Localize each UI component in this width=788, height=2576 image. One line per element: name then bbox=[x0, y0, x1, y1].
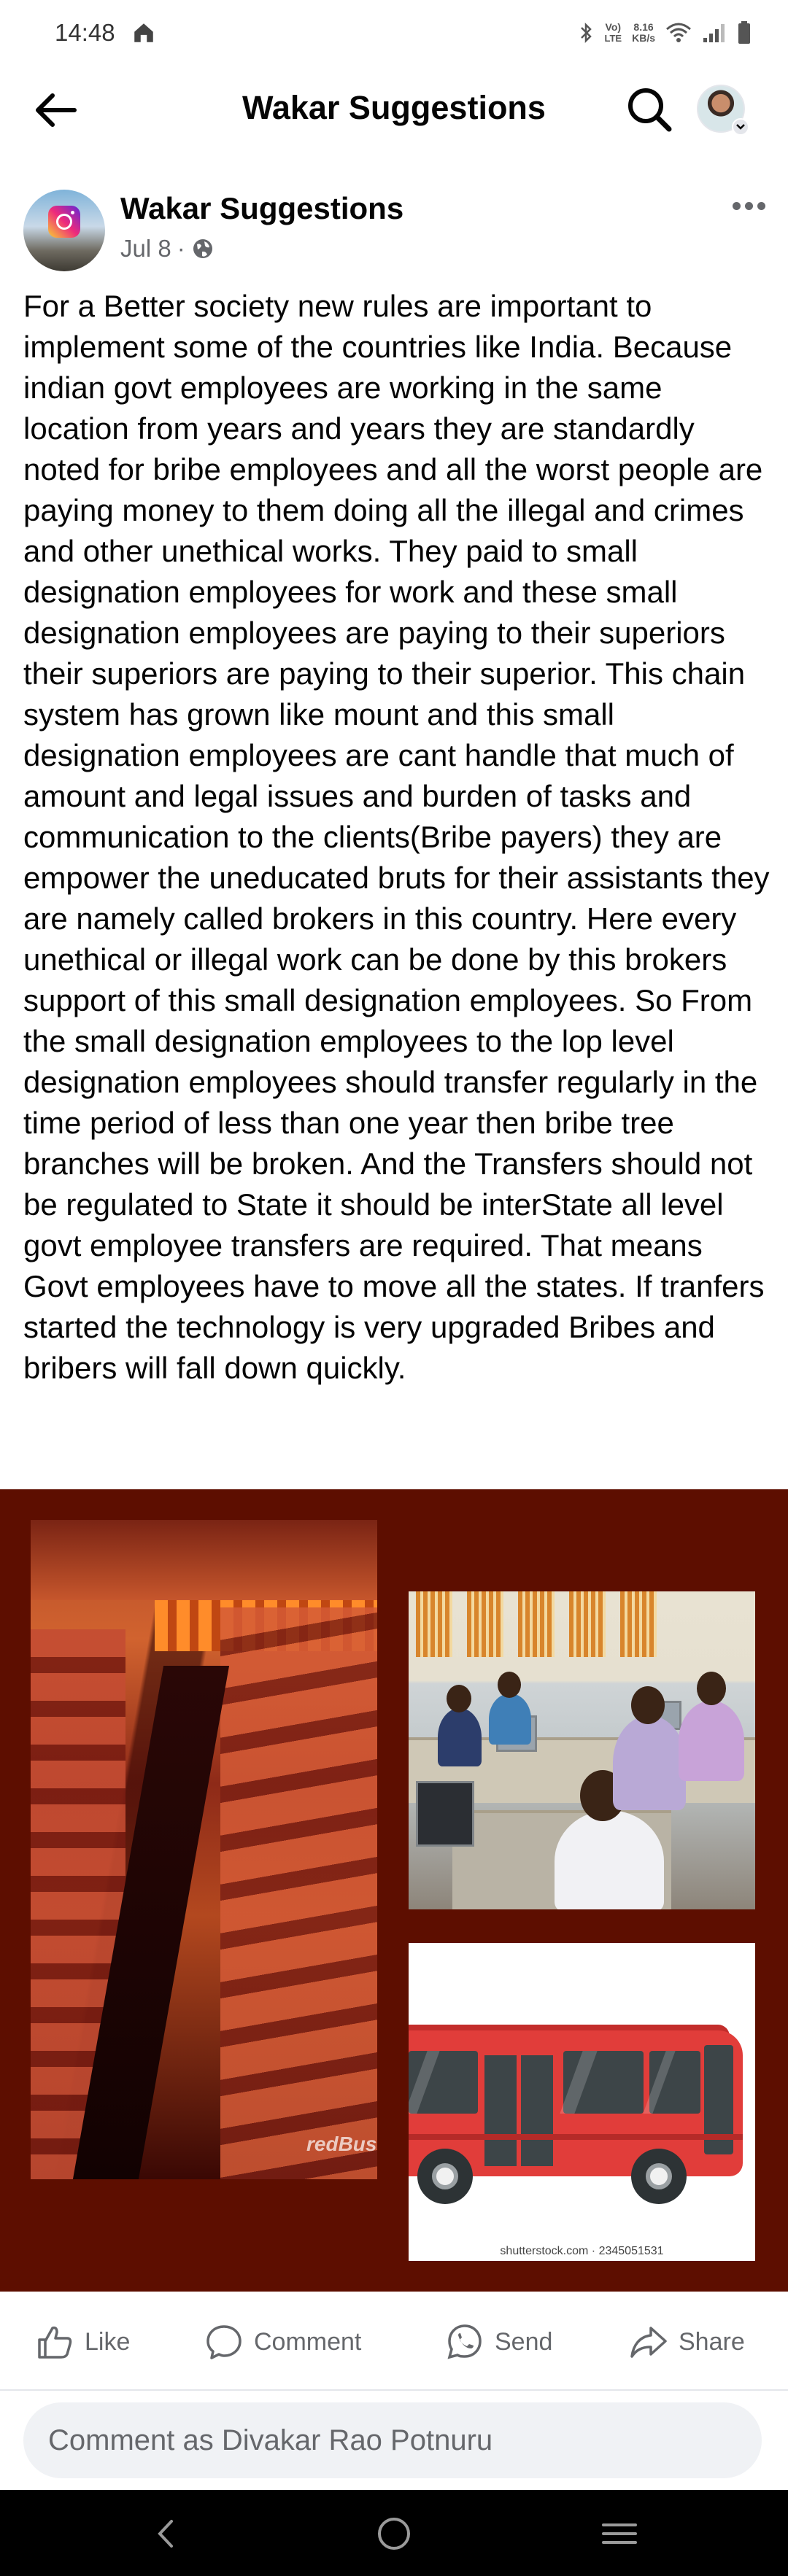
page-avatar[interactable] bbox=[23, 190, 105, 271]
volte-indicator: Vo) LTE bbox=[604, 21, 622, 44]
post-media-collage[interactable]: redBus shutterstock.com · 2345051531 bbox=[0, 1489, 788, 2292]
like-button[interactable]: Like bbox=[35, 2321, 130, 2363]
globe-icon bbox=[193, 239, 212, 258]
post-author[interactable]: Wakar Suggestions bbox=[120, 191, 403, 226]
meta-separator: · bbox=[177, 235, 185, 262]
comment-box[interactable] bbox=[23, 2402, 762, 2478]
home-icon bbox=[134, 23, 153, 42]
share-label: Share bbox=[679, 2327, 745, 2356]
status-icons: Vo) LTE 8.16 KB/s bbox=[579, 21, 752, 44]
search-icon bbox=[628, 88, 672, 132]
image-caption: shutterstock.com · 2345051531 bbox=[500, 2245, 664, 2257]
send-button[interactable]: Send bbox=[445, 2321, 552, 2363]
post-action-bar: Like Comment Send Share bbox=[0, 2292, 788, 2391]
bluetooth-icon bbox=[580, 22, 592, 44]
more-options-button[interactable] bbox=[722, 191, 775, 220]
comment-icon bbox=[206, 2325, 242, 2359]
post-date[interactable]: Jul 8 bbox=[120, 235, 171, 263]
thumbs-up-icon bbox=[38, 2326, 72, 2359]
nav-home-icon bbox=[378, 2518, 410, 2550]
nav-back-button[interactable] bbox=[133, 2506, 198, 2561]
nav-back-icon bbox=[158, 2520, 173, 2548]
red-bus-illustration[interactable]: shutterstock.com · 2345051531 bbox=[409, 1943, 755, 2261]
back-button[interactable] bbox=[29, 84, 82, 136]
post-body-text: For a Better society new rules are impor… bbox=[23, 289, 770, 1385]
signal-icon bbox=[703, 24, 725, 42]
instagram-icon bbox=[48, 206, 80, 238]
nav-recents-icon bbox=[602, 2523, 637, 2544]
search-button[interactable] bbox=[622, 82, 677, 137]
comment-label: Comment bbox=[254, 2327, 362, 2356]
whatsapp-icon bbox=[447, 2324, 482, 2359]
nav-home-button[interactable] bbox=[361, 2506, 427, 2561]
send-label: Send bbox=[495, 2327, 553, 2356]
share-button[interactable]: Share bbox=[629, 2321, 745, 2363]
share-icon bbox=[630, 2327, 667, 2358]
post-meta: Jul 8 · bbox=[120, 235, 215, 263]
network-speed: 8.16 KB/s bbox=[632, 21, 655, 44]
comment-input[interactable] bbox=[48, 2424, 705, 2457]
bus-interior-photo[interactable]: redBus bbox=[31, 1520, 377, 2179]
office-workers-photo[interactable] bbox=[409, 1591, 755, 1909]
like-label: Like bbox=[85, 2327, 131, 2356]
comment-button[interactable]: Comment bbox=[204, 2321, 361, 2363]
system-nav-bar bbox=[0, 2490, 788, 2576]
battery-icon bbox=[738, 21, 750, 44]
status-time: 14:48 bbox=[55, 19, 115, 46]
back-arrow-icon bbox=[36, 93, 77, 127]
app-header: Wakar Suggestions bbox=[0, 66, 788, 153]
chevron-down-icon bbox=[732, 118, 749, 136]
status-bar: 14:48 Vo) LTE 8.16 KB/s bbox=[0, 0, 788, 66]
post-header: Wakar Suggestions Jul 8 · bbox=[0, 182, 788, 277]
more-dots-icon bbox=[732, 201, 741, 210]
wifi-icon bbox=[666, 23, 691, 42]
profile-menu-button[interactable] bbox=[697, 85, 751, 136]
watermark-text: redBus bbox=[306, 2133, 377, 2155]
nav-recents-button[interactable] bbox=[587, 2506, 652, 2561]
